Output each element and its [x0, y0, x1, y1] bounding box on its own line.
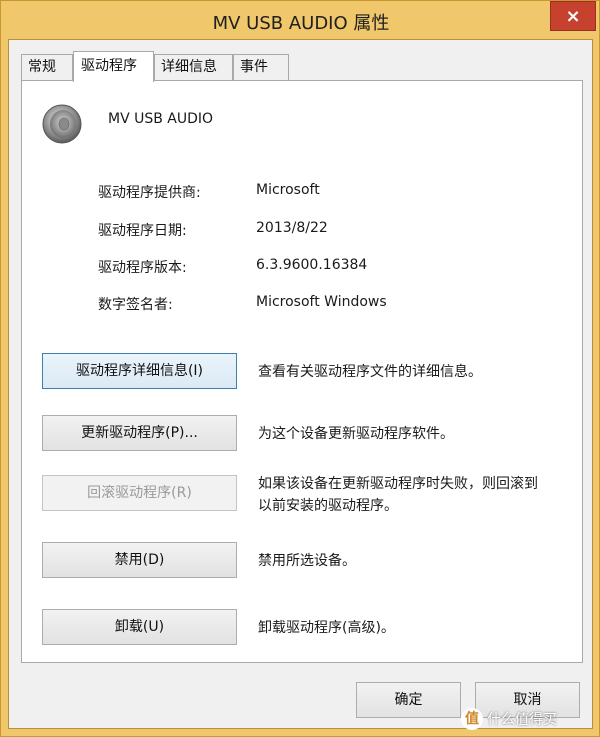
site-watermark: 值 什么值得买	[461, 706, 593, 732]
version-value: 6.3.9600.16384	[256, 257, 368, 273]
driver-tab-page: MV USB AUDIO 驱动程序提供商: Microsoft 驱动程序日期: …	[21, 80, 583, 663]
roll-back-driver-description: 如果该设备在更新驱动程序时失败，则回滚到 以前安装的驱动程序。	[258, 473, 578, 517]
tab-general[interactable]: 常规	[21, 54, 73, 80]
close-button[interactable]: ×	[550, 1, 596, 31]
title-bar[interactable]: MV USB AUDIO 属性 ×	[1, 1, 600, 39]
device-name: MV USB AUDIO	[108, 111, 214, 127]
properties-window: MV USB AUDIO 属性 × 常规 驱动程序 详细信息 事件 MV USB…	[0, 0, 600, 737]
provider-label: 驱动程序提供商:	[98, 185, 201, 201]
close-icon: ×	[565, 6, 581, 27]
disable-device-button[interactable]: 禁用(D)	[42, 542, 237, 578]
driver-details-description: 查看有关驱动程序文件的详细信息。	[258, 364, 482, 380]
signer-label: 数字签名者:	[98, 297, 173, 313]
roll-back-description-line-2: 以前安装的驱动程序。	[258, 498, 398, 514]
tab-details[interactable]: 详细信息	[154, 54, 233, 80]
ok-button[interactable]: 确定	[356, 682, 461, 718]
driver-details-button[interactable]: 驱动程序详细信息(I)	[42, 353, 237, 389]
date-value: 2013/8/22	[256, 220, 328, 236]
version-label: 驱动程序版本:	[98, 260, 187, 276]
dialog-client-area: 常规 驱动程序 详细信息 事件 MV USB AUDIO 驱动程序提供商: Mi…	[8, 39, 593, 729]
watermark-logo-icon: 值	[461, 708, 483, 730]
speaker-icon	[42, 104, 82, 144]
roll-back-description-line-1: 如果该设备在更新驱动程序时失败，则回滚到	[258, 476, 538, 492]
window-title: MV USB AUDIO 属性	[212, 13, 390, 34]
uninstall-driver-description: 卸载驱动程序(高级)。	[258, 620, 395, 636]
signer-value: Microsoft Windows	[256, 294, 387, 310]
roll-back-driver-button[interactable]: 回滚驱动程序(R)	[42, 475, 237, 511]
provider-value: Microsoft	[256, 182, 320, 198]
update-driver-description: 为这个设备更新驱动程序软件。	[258, 426, 454, 442]
date-label: 驱动程序日期:	[98, 223, 187, 239]
tab-events[interactable]: 事件	[233, 54, 289, 80]
update-driver-button[interactable]: 更新驱动程序(P)...	[42, 415, 237, 451]
watermark-text: 什么值得买	[487, 712, 557, 728]
uninstall-driver-button[interactable]: 卸载(U)	[42, 609, 237, 645]
tab-driver[interactable]: 驱动程序	[73, 51, 154, 82]
disable-device-description: 禁用所选设备。	[258, 553, 356, 569]
